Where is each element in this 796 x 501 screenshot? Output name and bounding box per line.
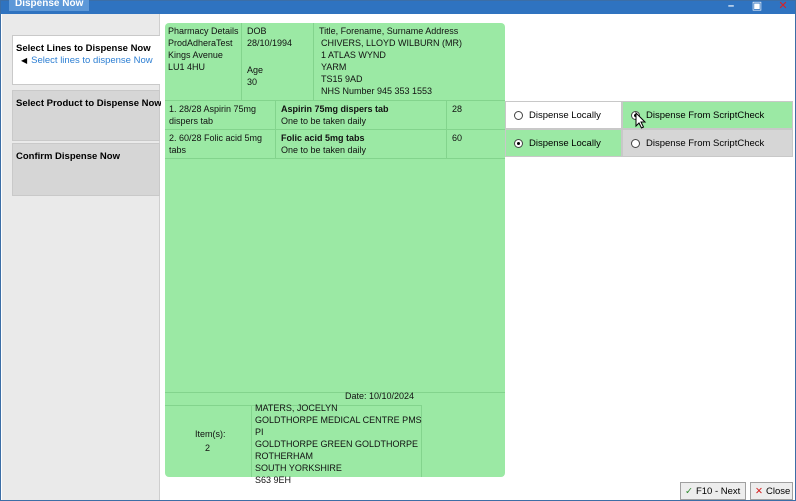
step-select-lines[interactable]: Select Lines to Dispense Now ◀ Select lin…: [12, 35, 160, 85]
divider: [313, 23, 314, 100]
prescriber-line: SOUTH YORKSHIRE: [255, 463, 342, 473]
dispense-scriptcheck-option[interactable]: Dispense From ScriptCheck: [622, 101, 793, 129]
line-desc-text: dispers tab: [169, 116, 214, 126]
address-line: CHIVERS, LLOYD WILBURN (MR): [321, 38, 463, 48]
product-name: Aspirin 75mg dispers tab: [281, 104, 389, 114]
close-x-icon: ✕: [755, 485, 763, 497]
title-bar: Dispense Now – ▣ ✕: [1, 0, 795, 14]
dispense-window: Dispense Now – ▣ ✕ Select Lines to Dispe…: [0, 0, 796, 501]
prescriber-line: ROTHERHAM: [255, 451, 313, 461]
prescription-panel: Pharmacy Details ProdAdheraTest Kings Av…: [165, 23, 505, 485]
maximize-icon[interactable]: ▣: [749, 0, 765, 13]
age-label: Age: [247, 65, 264, 75]
checkmark-icon: ✓: [685, 485, 693, 497]
dispense-locally-option[interactable]: Dispense Locally: [505, 101, 622, 129]
triangle-left-icon: ◀: [21, 56, 28, 65]
nhs-number: NHS Number 945 353 1553: [321, 86, 433, 96]
line-desc-text: 2. 60/28 Folic acid 5mg: [169, 133, 263, 143]
divider: [251, 405, 252, 477]
line-quantity: 28: [452, 104, 463, 114]
prescription-date: Date: 10/10/2024: [345, 391, 415, 401]
prescriber-details: MATERS, JOCELYN GOLDTHORPE MEDICAL CENTR…: [255, 402, 425, 486]
age-block: Age 30: [247, 64, 307, 88]
line-desc-text: tabs: [169, 145, 187, 155]
option-label: Dispense Locally: [529, 137, 601, 149]
dispense-locally-option[interactable]: Dispense Locally: [505, 129, 622, 157]
wizard-sidebar: Select Lines to Dispense Now ◀ Select lin…: [2, 14, 162, 500]
mouse-cursor-icon: [635, 112, 647, 129]
step-title: Select Lines to Dispense Now: [16, 43, 151, 54]
radio-unchecked-icon[interactable]: [631, 138, 640, 148]
line-desc-text: 1. 28/28 Aspirin 75mg: [169, 104, 257, 114]
step-title: Confirm Dispense Now: [16, 151, 120, 162]
option-label: Dispense From ScriptCheck: [646, 109, 765, 121]
radio-unchecked-icon[interactable]: [514, 110, 523, 120]
close-icon[interactable]: ✕: [775, 0, 791, 13]
dose-text: One to be taken daily: [281, 116, 367, 126]
age-value: 30: [247, 77, 258, 87]
next-button[interactable]: ✓ F10 - Next: [680, 482, 746, 500]
main-area: Pharmacy Details ProdAdheraTest Kings Av…: [161, 14, 795, 500]
option-label: Dispense From ScriptCheck: [646, 137, 765, 149]
address-line: YARM: [321, 62, 347, 72]
prescriber-line: MATERS, JOCELYN: [255, 403, 338, 413]
dob-block: DOB 28/10/1994: [247, 25, 317, 49]
items-block: Item(s): 2: [195, 428, 245, 454]
patient-address: Title, Forename, Surname Address CHIVERS…: [319, 25, 505, 97]
pharmacy-line: ProdAdheraTest: [168, 38, 233, 48]
line-product: Aspirin 75mg dispers tab One to be taken…: [281, 103, 446, 127]
next-label: F10 - Next: [695, 485, 741, 497]
divider: [446, 100, 447, 158]
pharmacy-details: Pharmacy Details ProdAdheraTest Kings Av…: [168, 25, 246, 73]
product-name: Folic acid 5mg tabs: [281, 133, 365, 143]
address-line: TS15 9AD: [321, 74, 363, 84]
divider: [241, 23, 242, 100]
dispense-scriptcheck-option[interactable]: Dispense From ScriptCheck: [622, 129, 793, 157]
step-subtitle-text: Select lines to dispense Now: [31, 55, 153, 66]
window-title: Dispense Now: [9, 0, 90, 11]
line-quantity: 60: [452, 133, 463, 143]
items-label: Item(s):: [195, 429, 226, 439]
step-subtitle[interactable]: ◀ Select lines to dispense Now: [21, 55, 153, 66]
divider: [275, 100, 276, 158]
radio-checked-icon[interactable]: [514, 138, 523, 148]
close-button[interactable]: ✕ Close: [750, 482, 793, 500]
row-divider: [165, 129, 505, 130]
address-line: 1 ATLAS WYND: [321, 50, 386, 60]
dose-text: One to be taken daily: [281, 145, 367, 155]
window-controls: – ▣ ✕: [723, 0, 791, 13]
line-product: Folic acid 5mg tabs One to be taken dail…: [281, 132, 446, 156]
line-description: 2. 60/28 Folic acid 5mg tabs: [169, 132, 274, 156]
dob-label: DOB: [247, 26, 267, 36]
step-title: Select Product to Dispense Now: [16, 98, 162, 109]
prescriber-line: S63 9EH: [255, 475, 292, 485]
pharmacy-line: LU1 4HU: [168, 62, 206, 72]
prescriber-line: GOLDTHORPE GREEN GOLDTHORPE: [255, 439, 419, 449]
minimize-icon[interactable]: –: [723, 0, 739, 13]
dob-value: 28/10/1994: [247, 38, 293, 48]
prescriber-line: GOLDTHORPE MEDICAL CENTRE PMS PI: [255, 415, 422, 437]
step-confirm[interactable]: Confirm Dispense Now: [12, 143, 160, 196]
items-count: 2: [205, 443, 211, 453]
row-divider: [165, 100, 505, 101]
close-label: Close: [765, 485, 791, 497]
row-divider: [165, 158, 505, 159]
pharmacy-line: Kings Avenue: [168, 50, 223, 60]
name-label: Title, Forename, Surname Address: [319, 26, 459, 36]
pharmacy-label: Pharmacy Details: [168, 26, 239, 36]
line-description: 1. 28/28 Aspirin 75mg dispers tab: [169, 103, 274, 127]
option-label: Dispense Locally: [529, 109, 601, 121]
step-select-product[interactable]: Select Product to Dispense Now: [12, 90, 162, 141]
